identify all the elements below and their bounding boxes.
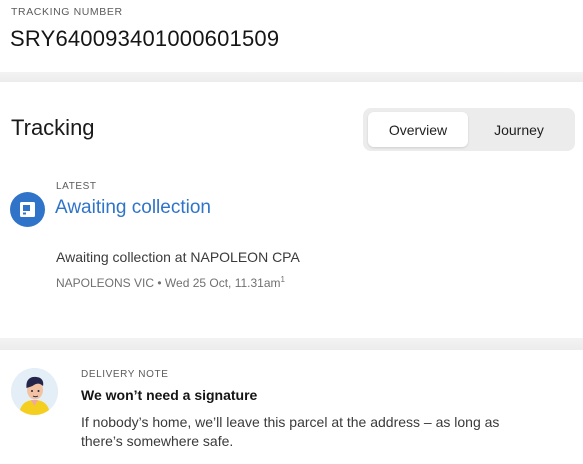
tracking-number-value: SRY640093401000601509 (10, 26, 280, 51)
tracking-number-label: TRACKING NUMBER (11, 6, 123, 18)
meta-separator: • (154, 276, 165, 290)
courier-avatar-icon (11, 368, 58, 415)
status-meta: NAPOLEONS VIC • Wed 25 Oct, 11.31am1 (56, 275, 285, 290)
view-toggle: Overview Journey (363, 108, 575, 151)
tracking-number-section: TRACKING NUMBER SRY640093401000601509 (0, 0, 583, 72)
delivery-note-body: If nobody’s home, we’ll leave this parce… (81, 414, 500, 449)
delivery-note-title: We won’t need a signature (81, 387, 258, 403)
section-divider (0, 72, 583, 82)
tracking-heading: Tracking (11, 115, 95, 140)
delivery-note-section: DELIVERY NOTE We won’t need a signature … (0, 350, 583, 464)
tracking-card: Tracking Overview Journey LATEST Awaitin… (0, 82, 583, 338)
latest-label: LATEST (56, 181, 97, 192)
tab-journey[interactable]: Journey (469, 112, 569, 147)
status-location: NAPOLEONS VIC (56, 276, 155, 290)
section-divider-2 (0, 338, 583, 350)
status-datetime: Wed 25 Oct, 11.31am (164, 276, 281, 290)
tab-overview[interactable]: Overview (368, 112, 468, 147)
status-title: Awaiting collection (55, 197, 211, 218)
status-description: Awaiting collection at NAPOLEON CPA (56, 249, 300, 265)
parcel-locker-icon (10, 192, 45, 227)
delivery-note-label: DELIVERY NOTE (81, 369, 169, 380)
footnote-marker[interactable]: 1 (281, 275, 285, 284)
